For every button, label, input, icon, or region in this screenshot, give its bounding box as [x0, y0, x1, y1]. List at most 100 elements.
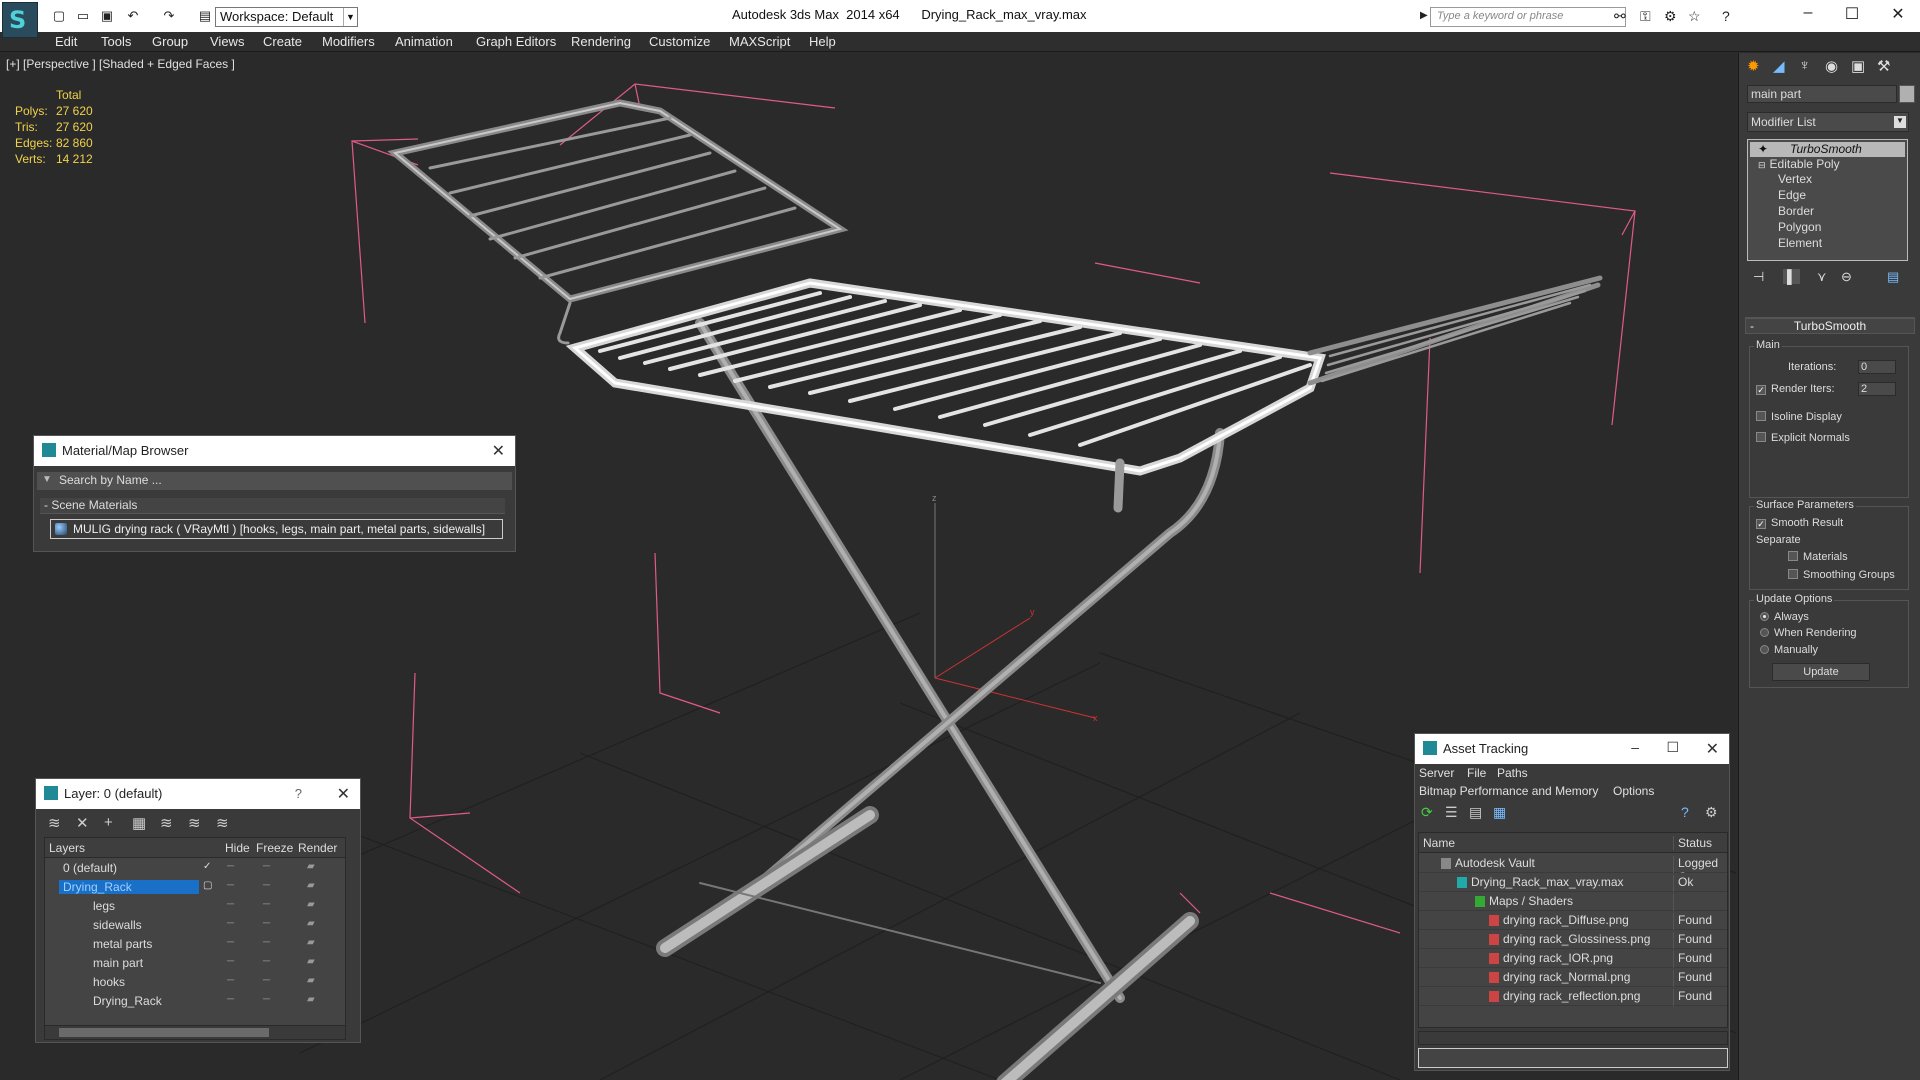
menu-rendering[interactable]: Rendering: [571, 34, 631, 49]
col-status[interactable]: Status: [1673, 836, 1712, 850]
asset-row[interactable]: drying rack_Glossiness.png Found: [1419, 930, 1727, 949]
pin-stack-icon[interactable]: ⊣: [1753, 269, 1764, 285]
configure-sets-icon[interactable]: ▤: [1887, 269, 1899, 285]
asset-row[interactable]: Autodesk Vault Logged Out: [1419, 854, 1727, 873]
hide-toggle[interactable]: ─: [227, 861, 234, 872]
menu-options[interactable]: Options: [1613, 784, 1654, 798]
checkbox-icon[interactable]: [1756, 411, 1766, 421]
collapse-icon[interactable]: ⊟: [1758, 160, 1766, 170]
collapse-icon[interactable]: -: [1750, 319, 1754, 333]
create-tab-icon[interactable]: ✹: [1747, 57, 1760, 75]
hide-toggle[interactable]: ─: [227, 956, 234, 967]
render-iters-spinner[interactable]: 2: [1858, 382, 1896, 396]
freeze-toggle[interactable]: ─: [263, 937, 270, 948]
col-hide[interactable]: Hide: [225, 841, 250, 855]
hide-toggle[interactable]: ─: [227, 994, 234, 1005]
app-menu-button[interactable]: S: [2, 2, 38, 38]
col-freeze[interactable]: Freeze: [256, 841, 293, 855]
list-view-icon[interactable]: ☰: [1445, 804, 1458, 821]
modifier-stack-item-turbosmooth[interactable]: ✦ TurboSmooth: [1750, 142, 1905, 157]
detail-view-icon[interactable]: ▤: [1469, 804, 1482, 821]
layer-row[interactable]: main part ─ ─ ▰: [45, 954, 345, 973]
freeze-toggle[interactable]: ─: [263, 975, 270, 986]
close-icon[interactable]: ✕: [1706, 739, 1719, 759]
render-toggle[interactable]: ▰: [307, 937, 315, 948]
menu-graph-editors[interactable]: Graph Editors: [476, 34, 556, 49]
rollout-header[interactable]: - TurboSmooth: [1745, 318, 1915, 334]
freeze-toggle[interactable]: ─: [263, 899, 270, 910]
subobject-vertex[interactable]: Vertex: [1778, 172, 1812, 187]
help-icon[interactable]: ?: [1681, 804, 1689, 820]
scene-materials-group[interactable]: - Scene Materials: [40, 498, 505, 514]
maximize-icon[interactable]: ☐: [1832, 4, 1872, 24]
material-browser-titlebar[interactable]: Material/Map Browser ✕: [34, 436, 515, 466]
checkbox-icon[interactable]: [1788, 569, 1798, 579]
menu-maxscript[interactable]: MAXScript: [729, 34, 790, 49]
freeze-toggle[interactable]: ─: [263, 880, 270, 891]
redo-icon[interactable]: ↷: [160, 8, 178, 24]
render-toggle[interactable]: ▰: [307, 899, 315, 910]
smooth-result-checkbox[interactable]: ✓ Smooth Result: [1756, 517, 1843, 529]
menu-group[interactable]: Group: [152, 34, 188, 49]
asset-row[interactable]: drying rack_reflection.png Found: [1419, 987, 1727, 1006]
manually-radio[interactable]: Manually: [1760, 644, 1818, 656]
checkbox-checked-icon[interactable]: ✓: [1756, 519, 1766, 529]
menu-animation[interactable]: Animation: [395, 34, 453, 49]
checkbox-icon[interactable]: [1788, 551, 1798, 561]
remove-modifier-icon[interactable]: ⊖: [1841, 269, 1852, 285]
col-name[interactable]: Name: [1423, 836, 1455, 850]
col-layers[interactable]: Layers: [49, 841, 85, 855]
filter-icon[interactable]: ▼: [42, 474, 52, 485]
render-toggle[interactable]: ▰: [307, 861, 315, 872]
update-button[interactable]: Update: [1772, 663, 1870, 681]
menu-views[interactable]: Views: [210, 34, 244, 49]
refresh-icon[interactable]: ⟳: [1421, 804, 1433, 821]
chevron-down-icon[interactable]: ▼: [343, 8, 357, 26]
add-to-layer-icon[interactable]: +: [104, 814, 113, 831]
subobject-element[interactable]: Element: [1778, 236, 1822, 251]
undo-icon[interactable]: ↶: [124, 8, 142, 24]
save-icon[interactable]: ▣: [98, 8, 116, 24]
render-iters-checkbox[interactable]: ✓ Render Iters:: [1756, 383, 1835, 395]
freeze-toggle[interactable]: ─: [263, 994, 270, 1005]
object-name-field[interactable]: main part: [1747, 85, 1897, 103]
freeze-toggle[interactable]: ─: [263, 861, 270, 872]
asset-row[interactable]: drying rack_IOR.png Found: [1419, 949, 1727, 968]
layer-row[interactable]: 0 (default) ✓ ─ ─ ▰: [45, 859, 345, 878]
asset-path-field[interactable]: [1418, 1048, 1728, 1068]
explicit-normals-checkbox[interactable]: Explicit Normals: [1756, 432, 1850, 444]
minimize-icon[interactable]: –: [1631, 739, 1639, 755]
display-tab-icon[interactable]: ▣: [1851, 57, 1865, 75]
scroll-thumb[interactable]: [59, 1028, 269, 1037]
asset-tracking-titlebar[interactable]: Asset Tracking – ☐ ✕: [1415, 734, 1729, 764]
always-radio[interactable]: Always: [1760, 611, 1809, 623]
menu-customize[interactable]: Customize: [649, 34, 710, 49]
binoculars-icon[interactable]: ⚯: [1614, 8, 1626, 25]
show-end-result-icon[interactable]: ▌: [1783, 269, 1801, 284]
freeze-all-icon[interactable]: ≋: [216, 814, 229, 832]
delete-layer-icon[interactable]: ✕: [76, 814, 89, 832]
menu-help[interactable]: Help: [809, 34, 836, 49]
network-icon[interactable]: ⚙: [1664, 8, 1677, 25]
freeze-toggle[interactable]: ─: [263, 918, 270, 929]
highlight-layer-icon[interactable]: ≋: [160, 814, 173, 832]
menu-file[interactable]: File: [1467, 766, 1486, 780]
checkbox-checked-icon[interactable]: ✓: [1756, 385, 1766, 395]
subobject-polygon[interactable]: Polygon: [1778, 220, 1821, 235]
menu-modifiers[interactable]: Modifiers: [322, 34, 375, 49]
when-rendering-radio[interactable]: When Rendering: [1760, 627, 1857, 639]
hierarchy-tab-icon[interactable]: ♆: [1799, 57, 1810, 74]
menu-create[interactable]: Create: [263, 34, 302, 49]
close-icon[interactable]: ✕: [1878, 4, 1918, 24]
render-toggle[interactable]: ▰: [307, 956, 315, 967]
new-file-icon[interactable]: ▢: [50, 8, 68, 24]
radio-icon[interactable]: [1760, 628, 1769, 637]
render-toggle[interactable]: ▰: [307, 994, 315, 1005]
horizontal-scrollbar[interactable]: [44, 1025, 346, 1040]
asset-row[interactable]: Drying_Rack_max_vray.max Ok: [1419, 873, 1727, 892]
open-file-icon[interactable]: ▭: [74, 8, 92, 24]
subobject-border[interactable]: Border: [1778, 204, 1814, 219]
horizontal-scrollbar[interactable]: [1418, 1031, 1728, 1045]
layer-titlebar[interactable]: Layer: 0 (default) ? ✕: [36, 779, 360, 809]
menu-edit[interactable]: Edit: [55, 34, 77, 49]
